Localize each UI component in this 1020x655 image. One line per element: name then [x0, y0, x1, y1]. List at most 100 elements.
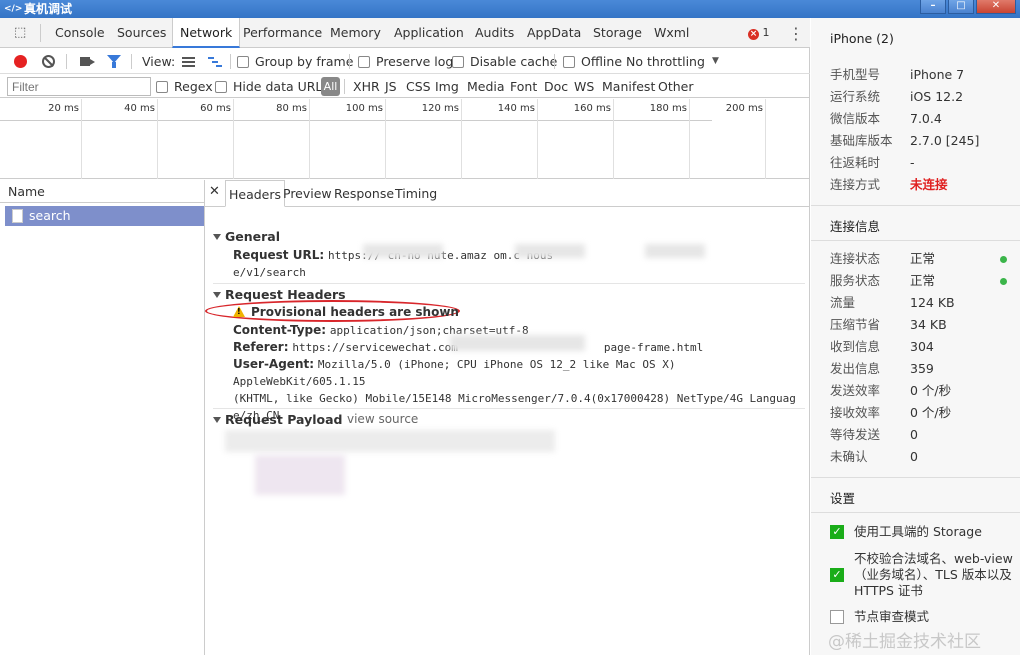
general-section-toggle[interactable]: General	[213, 229, 280, 244]
timeline-gridline	[385, 99, 386, 179]
connection-row: 接收效率 0 个/秒	[830, 403, 1020, 423]
provisional-warning: Provisional headers are shown	[233, 305, 459, 319]
info-value: 0 个/秒	[910, 383, 952, 398]
filter-type-img[interactable]: Img	[435, 75, 459, 98]
filter-type-manifest[interactable]: Manifest	[602, 75, 655, 98]
info-key: 流量	[830, 295, 856, 310]
throttling-select[interactable]: No throttling ▼	[626, 49, 719, 74]
error-count: 1	[762, 26, 770, 39]
filter-all-button[interactable]: All	[321, 77, 340, 96]
request-payload-section-toggle[interactable]: Request Payload	[213, 412, 342, 427]
tab-network[interactable]: Network	[172, 18, 241, 48]
filter-type-css[interactable]: CSS	[406, 75, 431, 98]
timeline-gridline	[461, 99, 462, 179]
checkbox-unchecked[interactable]	[830, 610, 844, 624]
tab-application[interactable]: Application	[394, 18, 464, 48]
record-icon[interactable]	[14, 55, 27, 68]
setting-node-inspect[interactable]: 节点审查模式	[830, 609, 1015, 628]
timeline-tick-label: 160 ms	[573, 103, 611, 114]
waterfall-icon[interactable]	[208, 56, 222, 68]
expand-triangle-icon	[213, 234, 221, 240]
detail-tabbar: ✕ Headers Preview Response Timing	[205, 180, 810, 207]
connection-row: 发出信息 359	[830, 359, 1020, 379]
connection-mode-value: 未连接	[910, 177, 948, 192]
tab-memory[interactable]: Memory	[330, 18, 381, 48]
tab-performance[interactable]: Performance	[243, 18, 322, 48]
info-key: 发出信息	[830, 361, 881, 376]
redacted-area	[645, 244, 705, 258]
name-column-header[interactable]: Name	[0, 180, 204, 203]
minimize-button[interactable]: –	[920, 0, 946, 14]
request-url-label: Request URL:	[233, 248, 325, 262]
view-source-link[interactable]: view source	[347, 412, 418, 426]
offline-checkbox[interactable]: Offline	[563, 49, 622, 74]
disable-cache-checkbox[interactable]: Disable cache	[452, 49, 557, 74]
tab-storage[interactable]: Storage	[593, 18, 642, 48]
inspect-element-icon[interactable]: ⬚	[14, 25, 30, 41]
settings-section-title: 设置	[830, 491, 856, 506]
timeline-tick-label: 100 ms	[345, 103, 383, 114]
connection-row: 收到信息 304	[830, 337, 1020, 357]
timeline-gridline	[537, 99, 538, 179]
filter-input[interactable]	[7, 77, 151, 96]
timeline-overview[interactable]: 20 ms 40 ms 60 ms 80 ms 100 ms 120 ms 14…	[0, 99, 810, 179]
more-options-icon[interactable]: ⋮	[788, 24, 804, 43]
group-by-frame-checkbox[interactable]: Group by frame	[237, 49, 353, 74]
screenshot-camera-icon[interactable]	[80, 57, 95, 66]
timeline-tick-label: 120 ms	[421, 103, 459, 114]
tab-headers[interactable]: Headers	[225, 180, 286, 207]
maximize-button[interactable]: □	[948, 0, 974, 14]
tab-preview[interactable]: Preview	[280, 180, 335, 207]
checkbox-checked-icon[interactable]: ✓	[830, 525, 844, 539]
tab-timing[interactable]: Timing	[392, 180, 440, 207]
tab-response[interactable]: Response	[331, 180, 397, 207]
error-counter[interactable]: × 1	[748, 26, 770, 40]
clear-icon[interactable]	[42, 55, 55, 68]
redacted-area	[450, 335, 585, 351]
tab-sources[interactable]: Sources	[117, 18, 166, 48]
info-key: 收到信息	[830, 339, 881, 354]
filter-type-js[interactable]: JS	[385, 75, 397, 98]
setting-label: 节点审查模式	[854, 609, 930, 624]
filter-type-font[interactable]: Font	[510, 75, 537, 98]
close-icon[interactable]: ✕	[209, 184, 220, 199]
setting-skip-domain-check[interactable]: ✓ 不校验合法域名、web-view（业务域名）、TLS 版本以及 HTTPS …	[830, 551, 1015, 602]
content-type-label: Content-Type:	[233, 323, 327, 337]
close-window-button[interactable]: ✕	[976, 0, 1016, 14]
filter-type-other[interactable]: Other	[658, 75, 694, 98]
window-controls: – □ ✕	[920, 0, 1016, 16]
request-name: search	[29, 208, 71, 223]
filter-type-ws[interactable]: WS	[574, 75, 594, 98]
timeline-tick-label: 60 ms	[200, 103, 231, 114]
filter-type-doc[interactable]: Doc	[544, 75, 568, 98]
filter-type-media[interactable]: Media	[467, 75, 505, 98]
hide-data-urls-label: Hide data URLs	[233, 79, 329, 94]
info-row: 连接方式 未连接	[830, 175, 1020, 195]
connection-row: 未确认 0	[830, 447, 1020, 467]
tab-wxml[interactable]: Wxml	[654, 18, 689, 48]
regex-checkbox[interactable]: Regex	[156, 75, 213, 98]
request-row[interactable]: search	[5, 206, 204, 226]
info-key: 微信版本	[830, 111, 881, 126]
hide-data-urls-checkbox[interactable]: Hide data URLs	[215, 75, 329, 98]
setting-label: 使用工具端的 Storage	[854, 524, 982, 539]
info-value: 124 KB	[910, 295, 955, 310]
preserve-log-checkbox[interactable]: Preserve log	[358, 49, 453, 74]
code-icon: </>	[4, 4, 23, 14]
timeline-gridline	[765, 99, 766, 179]
device-info-panel: iPhone (2) 手机型号 iPhone 7 运行系统 iOS 12.2 微信版…	[811, 18, 1020, 655]
setting-use-tool-storage[interactable]: ✓ 使用工具端的 Storage	[830, 524, 1015, 543]
info-value: 正常	[910, 273, 936, 288]
settings-section-header: 设置	[811, 477, 1020, 513]
checkbox-checked-icon[interactable]: ✓	[830, 568, 844, 582]
timeline-tick-label: 140 ms	[497, 103, 535, 114]
tab-audits[interactable]: Audits	[475, 18, 514, 48]
throttling-value: No throttling	[626, 54, 705, 69]
large-rows-icon[interactable]	[182, 57, 195, 67]
tab-console[interactable]: Console	[55, 18, 105, 48]
tab-appdata[interactable]: AppData	[527, 18, 581, 48]
filter-icon[interactable]	[107, 55, 121, 68]
request-detail: ✕ Headers Preview Response Timing Genera…	[205, 180, 810, 655]
timeline-gridline	[613, 99, 614, 179]
filter-type-xhr[interactable]: XHR	[353, 75, 380, 98]
